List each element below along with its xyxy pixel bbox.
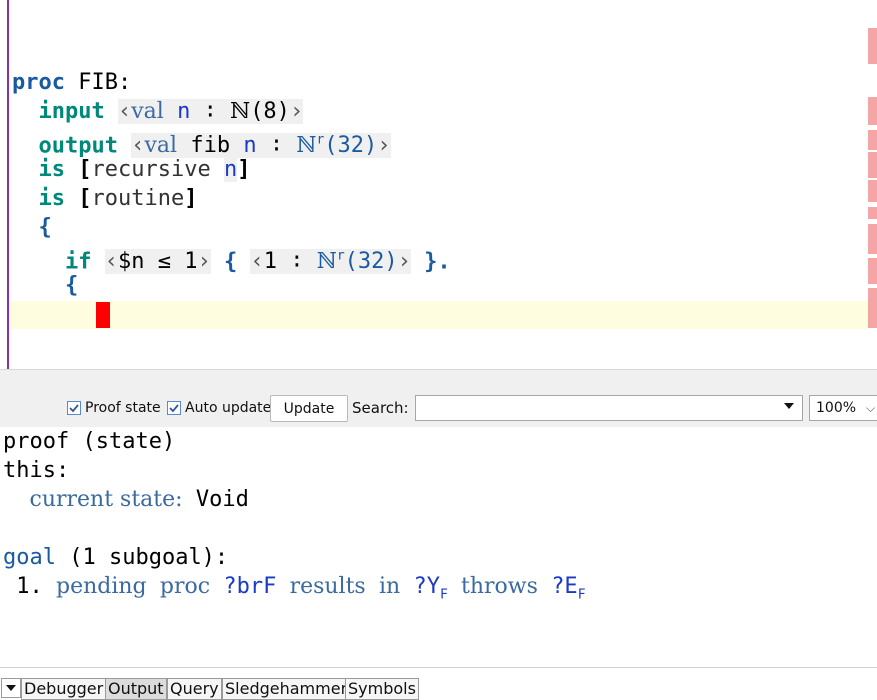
check-icon [169, 404, 179, 413]
code-line-4: is [recursive n] [38, 157, 251, 182]
check-icon [69, 404, 79, 413]
error-marker[interactable] [868, 28, 877, 64]
tab-sledgehammer[interactable]: Sledgehammer [222, 678, 351, 700]
code-line-6: { [38, 215, 52, 240]
code-line-1: proc FIB: [12, 70, 132, 95]
output-line-2: this: [3, 458, 70, 483]
theory-editor[interactable]: proc FIB: input ‹val n ∶ ℕ(8)› output ‹v… [0, 0, 877, 369]
code-line-8: { [64, 273, 79, 298]
chevron-down-icon[interactable]: ⌵ [866, 401, 875, 416]
zoom-value: 100% [816, 400, 857, 416]
tab-query[interactable]: Query [167, 678, 222, 700]
code-line-2: input ‹val n ∶ ℕ(8)› [38, 99, 304, 124]
output-line-3: current state: Void [29, 487, 249, 512]
tab-output[interactable]: Output [105, 678, 167, 700]
output-toolbar: Proof state Auto update Update Search: 1… [0, 369, 877, 428]
overview-ruler[interactable] [868, 0, 877, 369]
text-cursor [96, 302, 110, 328]
update-button[interactable]: Update [270, 395, 348, 422]
chevron-down-icon [6, 685, 16, 691]
output-line-goal: goal (1 subgoal): [3, 545, 229, 570]
dock-tab-bar: Debugger Output Query Sledgehammer Symbo… [0, 667, 877, 700]
proof-state-checkbox[interactable] [67, 401, 81, 415]
code-line-5: is [routine] [38, 186, 198, 211]
search-label: Search: [352, 399, 409, 417]
chevron-down-icon[interactable] [784, 403, 794, 409]
search-combo[interactable] [415, 395, 803, 421]
auto-update-label: Auto update [185, 400, 272, 416]
output-line-1: proof (state) [3, 429, 176, 454]
tab-debugger[interactable]: Debugger [21, 678, 107, 700]
error-marker[interactable] [868, 152, 877, 178]
error-marker[interactable] [868, 97, 877, 125]
output-line-subgoal: 1. pending proc ?brF results in ?YF thro… [16, 574, 586, 603]
tab-symbols[interactable]: Symbols [345, 678, 419, 700]
error-marker[interactable] [868, 207, 877, 219]
proof-state-label: Proof state [85, 400, 161, 416]
dock-menu-button[interactable] [1, 678, 21, 698]
error-marker[interactable] [868, 258, 877, 284]
error-marker[interactable] [868, 130, 877, 150]
error-marker[interactable] [868, 180, 877, 202]
zoom-combo[interactable]: 100% ⌵ [809, 395, 877, 421]
current-line-highlight [9, 301, 868, 329]
output-panel: proof (state) this: current state: Void … [0, 427, 877, 667]
auto-update-checkbox[interactable] [167, 401, 181, 415]
error-marker[interactable] [868, 224, 877, 254]
error-marker[interactable] [868, 288, 877, 328]
